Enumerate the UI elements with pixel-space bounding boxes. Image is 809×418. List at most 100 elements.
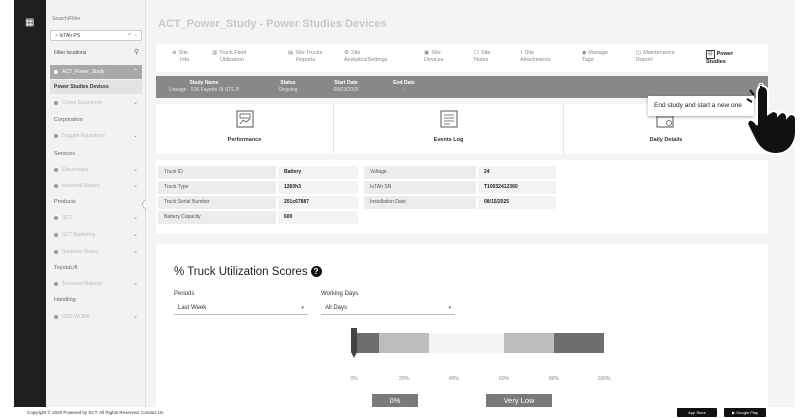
score-segment [379,333,429,353]
performance-icon [236,110,254,128]
performance-card[interactable]: Performance [156,104,334,154]
gear-icon: ⚙ [344,50,349,56]
installation-date-value: 08/15/2025 [478,196,556,209]
truck-type-key: Truck Type [158,181,276,194]
score-marker [351,328,357,358]
tab-power-studies[interactable]: ⊟ Power Studies [706,50,733,66]
chevron-down-icon[interactable]: ⌄ [133,231,138,238]
status-dot-icon [54,249,58,254]
axis-tick-label: 0% [350,376,358,382]
sidebar-item-electrovaya[interactable]: Electrovaya ⌄ [50,163,142,177]
copyright-text: Copyright © 2025 Powered by SCT. All Rig… [27,410,164,415]
tab-site-info[interactable]: ⊕ Site Info [172,50,189,64]
chevron-down-icon[interactable]: ⌄ [133,214,138,221]
sidebar-item-act-power-study[interactable]: ACT_Power_Study ⌃ [50,65,142,79]
periods-label: Periods [174,291,195,297]
iotah-sn-value: T10032412360 [478,181,556,194]
end-study-tooltip: End study and start a new one [648,96,754,116]
search-filter-value: IsTAh PS [59,33,81,39]
page-title: ACT_Power_Study - Power Studies Devices [158,18,387,30]
working-days-label: Working Days [321,291,359,297]
tab-truck-fleet-utilization[interactable]: ▥ Truck Fleet Utilization [212,50,247,64]
status-dot-icon [54,314,58,319]
report-icon: ▤ [288,50,294,56]
chevron-down-icon[interactable]: ⌄ [133,182,138,189]
events-log-label: Events Log [433,137,464,143]
events-log-icon [440,110,458,128]
maintenance-icon: ◫ [636,50,642,56]
axis-tick-label: 100% [597,376,611,382]
tab-site-notes[interactable]: ☐ Site Notes [474,50,490,64]
working-days-select[interactable]: All Days ▾ [321,302,455,315]
chevron-down-icon: ▾ [448,305,451,311]
chevron-down-icon[interactable]: ⌄ [133,166,138,173]
chevron-down-icon[interactable]: ⌄ [133,99,138,106]
study-name: Study Name Lineage - 536 Fayette St STE B [168,80,240,93]
note-icon: ☐ [474,50,479,56]
truck-id-key: Truck ID [158,166,276,179]
study-status: Status Ongoing [278,80,298,93]
chevron-down-icon[interactable]: ⌄ [134,32,138,38]
sidebar-item-doggett[interactable]: Doggett Equipment ⌄ [50,129,142,143]
tab-site-attachments[interactable]: ⌇ Site Attachments [520,50,551,64]
score-segment [354,333,379,353]
sidebar: Search/Filter × IsTAh PS × ⌄ Filter loca… [46,0,146,407]
filter-locations-input[interactable]: Filter locations ⚲ [50,48,142,59]
axis-tick-label: 80% [548,376,560,382]
help-icon[interactable]: ? [310,266,322,278]
power-icon: ⊟ [706,50,715,59]
battery-capacity-key: Battery Capacity [158,211,276,224]
chevron-down-icon[interactable]: ⌄ [133,313,138,320]
battery-capacity-value: 600 [278,211,358,224]
score-segment [504,333,554,353]
chevron-down-icon[interactable]: ⌄ [133,280,138,287]
tab-site-analytics-settings[interactable]: ⚙ Site Analytics/Settings [344,50,387,64]
tab-site-trucks-reports[interactable]: ▤ Site Trucks Reports [288,50,322,64]
sidebar-section-products: Products [54,199,76,205]
utilization-title: % Truck Utilization Scores? [174,266,322,278]
sidebar-item-southern-states[interactable]: Southern States ⌄ [50,245,142,259]
clear-icon[interactable]: × [128,32,131,38]
iotah-sn-key: IoTAh SN [364,181,476,194]
chevron-down-icon[interactable]: ⌄ [133,248,138,255]
sidebar-item-usg-work[interactable]: USG WORK ⌄ [50,310,142,324]
devices-icon: ▣ [424,50,430,56]
study-start-date: Start Date 08/03/2025 [333,80,359,93]
daily-details-label: Daily Details [649,137,683,143]
grid-menu-icon[interactable]: ▦ [25,18,35,28]
sidebar-section-handling: Handling [54,297,76,303]
sidebar-item-sct-marketing[interactable]: SCT Marketing ⌄ [50,228,142,242]
sidebar-item-crown[interactable]: Crown Equipment ⌄ [50,96,142,110]
bar-chart-icon: ▥ [212,50,218,56]
truck-serial-value: 201c67887 [278,196,358,209]
app-store-button[interactable]: App Store [677,408,717,417]
search-filter-input[interactable]: × IsTAh PS × ⌄ [50,30,142,41]
app-rail: ▦ [14,0,46,407]
installation-date-key: Installation Date [364,196,476,209]
score-rating-badge: Very Low [486,394,552,408]
truck-type-value: 1260h3 [278,181,358,194]
sidebar-item-tonomori[interactable]: Tonomori Material ⌄ [50,277,142,291]
axis-tick-label: 60% [498,376,510,382]
chevron-up-icon[interactable]: ⌃ [133,68,138,75]
footer: Copyright © 2025 Powered by SCT. All Rig… [0,407,809,418]
score-segment [554,333,604,353]
google-play-button[interactable]: ▶ Google Play [724,408,766,417]
periods-select[interactable]: Last Week ▾ [174,302,308,315]
sidebar-item-power-studies-devices[interactable]: Power Studies Devices [50,80,142,94]
sidebar-item-sct[interactable]: SCT ⌄ [50,211,142,225]
events-log-card[interactable]: Events Log [334,104,564,154]
search-filter-label: Search/Filter [52,16,81,22]
sidebar-item-industrial-battery[interactable]: Industrial Battery ⌄ [50,179,142,193]
utilization-score-bar [344,328,604,364]
utilization-panel: % Truck Utilization Scores? Periods Last… [156,244,768,408]
tab-manage-tags[interactable]: ◆ Manage Tags [582,50,608,64]
chevron-down-icon[interactable]: ⌄ [133,132,138,139]
tab-maintenance-report[interactable]: ◫ Maintenance Report [636,50,675,64]
tab-site-devices[interactable]: ▣ Site Devices [424,50,444,64]
tabs-bar: ⊕ Site Info ▥ Truck Fleet Utilization ▤ Site … [156,44,768,72]
status-dot-icon [54,100,58,105]
status-dot-icon [54,183,58,188]
axis-tick-label: 20% [398,376,410,382]
sidebar-section-services: Services [54,151,76,157]
